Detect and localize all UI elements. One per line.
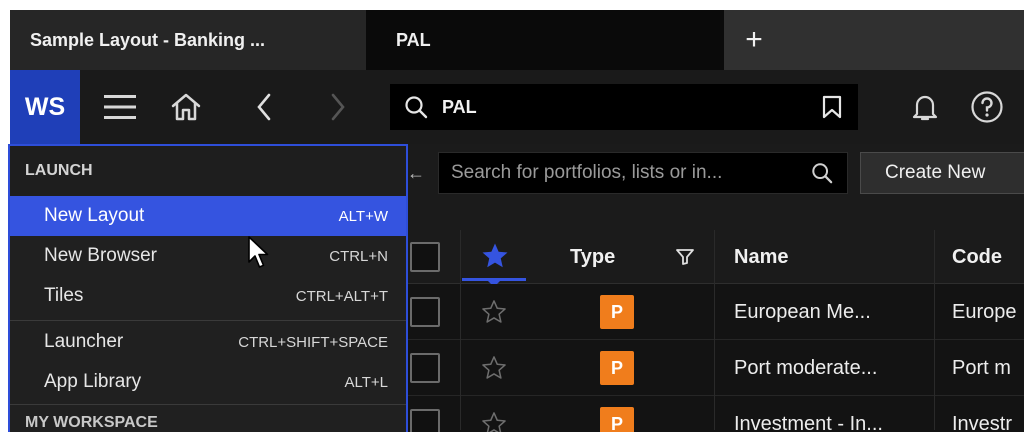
menu-item-app-library[interactable]: App Library ALT+L: [10, 362, 406, 402]
type-cell: P: [600, 284, 634, 340]
cursor-arrow-icon: [248, 236, 269, 268]
star-filled-icon: [482, 243, 508, 268]
type-cell: P: [600, 340, 634, 396]
plus-icon: +: [745, 23, 763, 56]
select-all-checkbox[interactable]: [410, 242, 440, 272]
row-checkbox[interactable]: [410, 409, 440, 432]
search-placeholder: Search for portfolios, lists or in...: [451, 162, 723, 183]
back-button[interactable]: [236, 70, 292, 144]
tab-sample-layout[interactable]: Sample Layout - Banking ...: [10, 10, 366, 70]
tab-bar: Sample Layout - Banking ... PAL +: [10, 10, 1024, 70]
bookmark-icon[interactable]: [822, 95, 842, 119]
menu-button[interactable]: [92, 70, 148, 144]
menu-section-launch: LAUNCH: [10, 146, 406, 196]
name-cell[interactable]: Investment - In...: [734, 396, 930, 432]
tab-label: PAL: [396, 29, 431, 50]
app-window: Sample Layout - Banking ... PAL + WS PAL…: [0, 0, 1024, 432]
home-icon: [171, 93, 201, 121]
name-header-label: Name: [734, 245, 789, 268]
search-icon: [405, 96, 428, 119]
type-header-label: Type: [570, 245, 616, 268]
menu-item-launcher[interactable]: Launcher CTRL+SHIFT+SPACE: [10, 322, 406, 362]
code-cell: Investr: [952, 412, 1013, 432]
code-cell: Port m: [952, 356, 1011, 379]
name-cell[interactable]: European Me...: [734, 284, 930, 340]
menu-item-shortcut: ALT+W: [338, 207, 388, 225]
menu-item-label: New Layout: [44, 205, 145, 226]
bell-icon: [912, 95, 938, 121]
menu-item-label: Launcher: [44, 331, 124, 352]
type-column-header[interactable]: Type: [570, 230, 615, 284]
toolbar: WS PAL: [10, 70, 1024, 144]
workspace-logo: WS: [24, 92, 66, 121]
help-button[interactable]: [960, 70, 1014, 144]
menu-item-new-browser[interactable]: New Browser CTRL+N: [10, 236, 406, 276]
chevron-right-icon: [331, 93, 345, 121]
chevron-left-icon: [257, 93, 271, 121]
name-cell[interactable]: Port moderate...: [734, 340, 930, 396]
favorite-toggle[interactable]: [480, 298, 508, 326]
create-new-button[interactable]: Create New: [860, 152, 1024, 194]
star-outline-icon: [482, 412, 506, 432]
portfolio-badge-icon: P: [600, 295, 634, 329]
menu-item-label: New Browser: [44, 245, 157, 266]
menu-item-shortcut: ALT+L: [344, 373, 389, 391]
type-filter-button[interactable]: [676, 248, 694, 266]
menu-divider: [10, 404, 406, 405]
name-column-header[interactable]: Name: [734, 230, 788, 284]
home-button[interactable]: [158, 70, 214, 144]
row-checkbox[interactable]: [410, 297, 440, 327]
column-divider: [460, 230, 461, 430]
notifications-button[interactable]: [898, 70, 952, 144]
type-cell: P: [600, 396, 634, 432]
menu-item-label: Tiles: [44, 285, 84, 306]
menu-item-new-layout[interactable]: New Layout ALT+W: [10, 196, 406, 236]
portfolio-badge-icon: P: [600, 351, 634, 385]
search-icon[interactable]: [811, 162, 833, 184]
collapse-arrow-icon[interactable]: ←: [407, 163, 425, 184]
add-tab-button[interactable]: +: [724, 10, 784, 70]
favorite-toggle[interactable]: [480, 410, 508, 432]
menu-item-shortcut: CTRL+ALT+T: [295, 287, 388, 305]
favorite-toggle[interactable]: [480, 354, 508, 382]
star-outline-icon: [482, 300, 506, 323]
global-search-box[interactable]: PAL: [390, 84, 858, 130]
code-cell: Europe: [952, 300, 1017, 323]
star-outline-icon: [482, 356, 506, 379]
create-new-label: Create New: [885, 162, 986, 183]
code-column-header[interactable]: Code: [952, 230, 1002, 284]
portfolio-badge-icon: P: [600, 407, 634, 432]
menu-divider: [10, 320, 406, 321]
menu-item-shortcut: CTRL+N: [329, 247, 388, 265]
search-query[interactable]: PAL: [442, 97, 477, 118]
column-divider: [934, 230, 935, 430]
tab-label: Sample Layout - Banking ...: [30, 29, 266, 50]
forward-button[interactable]: [310, 70, 366, 144]
menu-item-tiles[interactable]: Tiles CTRL+ALT+T: [10, 276, 406, 316]
menu-section-my-workspace: MY WORKSPACE: [25, 414, 158, 431]
column-divider: [714, 230, 715, 430]
workspace-button[interactable]: WS: [10, 70, 80, 144]
menu-item-label: App Library: [44, 371, 142, 392]
filter-icon: [676, 249, 694, 265]
favorite-column-header[interactable]: [480, 241, 510, 271]
menu-item-shortcut: CTRL+SHIFT+SPACE: [238, 333, 388, 351]
tab-pal[interactable]: PAL: [366, 10, 724, 70]
code-header-label: Code: [952, 245, 1002, 268]
row-checkbox[interactable]: [410, 353, 440, 383]
hamburger-icon: [104, 95, 136, 119]
launch-menu: LAUNCH New Layout ALT+W New Browser CTRL…: [8, 144, 408, 432]
help-icon: [971, 91, 1003, 123]
mouse-cursor: [248, 236, 270, 270]
portfolio-search-input[interactable]: Search for portfolios, lists or in...: [438, 152, 848, 194]
